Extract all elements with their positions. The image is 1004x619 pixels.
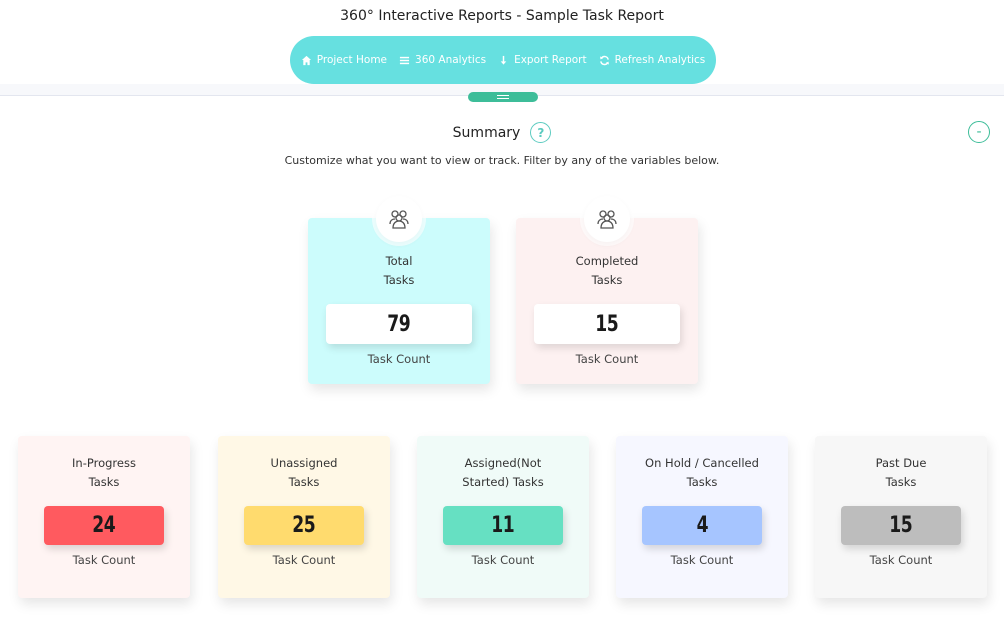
- card-label: Completed Tasks: [516, 252, 698, 290]
- total-tasks-card[interactable]: Total Tasks 79 Task Count: [308, 196, 490, 384]
- card-label-line: In-Progress: [72, 456, 136, 470]
- nav-project-home[interactable]: Project Home: [301, 54, 387, 66]
- handle-grip-icon: [497, 95, 509, 99]
- card-label-line: Tasks: [591, 273, 623, 287]
- nav-refresh-analytics[interactable]: Refresh Analytics: [599, 54, 706, 66]
- assigned-not-started-tasks-card[interactable]: Assigned(Not Started) Tasks 11 Task Coun…: [417, 436, 589, 598]
- card-label-line: Tasks: [686, 475, 718, 489]
- card-label-line: Started) Tasks: [462, 475, 544, 489]
- card-value: 4: [696, 513, 708, 538]
- list-icon: [399, 56, 410, 64]
- card-sublabel: Task Count: [72, 553, 136, 567]
- card-value-box: 4: [642, 506, 762, 545]
- card-label-line: Completed: [575, 254, 639, 268]
- card-label: Past Due Tasks: [815, 454, 987, 492]
- summary-header: Summary ?: [0, 122, 1004, 143]
- card-value: 15: [889, 513, 913, 538]
- card-label-line: Tasks: [885, 475, 917, 489]
- card-label: Assigned(Not Started) Tasks: [417, 454, 589, 492]
- page-title: 360° Interactive Reports - Sample Task R…: [340, 8, 664, 24]
- card-label-line: Total: [385, 254, 413, 268]
- users-group-icon: [584, 196, 630, 242]
- card-sublabel: Task Count: [272, 553, 336, 567]
- card-value: 25: [292, 513, 316, 538]
- card-label: Unassigned Tasks: [218, 454, 390, 492]
- nav-label: Export Report: [514, 54, 587, 66]
- card-sublabel: Task Count: [367, 352, 431, 366]
- nav-label: 360 Analytics: [415, 54, 487, 66]
- card-value-box: 15: [841, 506, 961, 545]
- card-sublabel: Task Count: [575, 352, 639, 366]
- card-label-line: On Hold / Cancelled: [645, 456, 759, 470]
- card-label: On Hold / Cancelled Tasks: [616, 454, 788, 492]
- card-label-line: Unassigned: [270, 456, 338, 470]
- in-progress-tasks-card[interactable]: In-Progress Tasks 24 Task Count: [18, 436, 190, 598]
- users-group-icon: [376, 196, 422, 242]
- card-label-line: Assigned(Not: [464, 456, 542, 470]
- home-icon: [301, 55, 311, 65]
- on-hold-cancelled-tasks-card[interactable]: On Hold / Cancelled Tasks 4 Task Count: [616, 436, 788, 598]
- nav-label: Project Home: [316, 54, 388, 66]
- card-label-line: Tasks: [88, 475, 120, 489]
- past-due-tasks-card[interactable]: Past Due Tasks 15 Task Count: [815, 436, 987, 598]
- nav-360-analytics[interactable]: 360 Analytics: [399, 54, 486, 66]
- card-label-line: Tasks: [383, 273, 415, 287]
- card-value: 24: [92, 513, 116, 538]
- refresh-icon: [599, 55, 609, 65]
- nav-bar: Project Home 360 Analytics Export Report…: [290, 36, 716, 84]
- card-label: Total Tasks: [308, 252, 490, 290]
- card-label-line: Tasks: [288, 475, 320, 489]
- nav-label: Refresh Analytics: [614, 54, 706, 66]
- card-label: In-Progress Tasks: [18, 454, 190, 492]
- card-label-line: Past Due: [875, 456, 927, 470]
- card-value: 15: [595, 311, 619, 337]
- card-value: 79: [387, 311, 411, 337]
- summary-subtitle: Customize what you want to view or track…: [284, 154, 720, 167]
- nav-export-report[interactable]: Export Report: [498, 54, 587, 66]
- card-value: 11: [491, 513, 515, 538]
- card-value-box: 25: [244, 506, 364, 545]
- card-value-box: 15: [534, 304, 680, 344]
- help-icon[interactable]: ?: [530, 122, 552, 143]
- card-value-box: 24: [44, 506, 164, 545]
- completed-tasks-card[interactable]: Completed Tasks 15 Task Count: [516, 196, 698, 384]
- download-arrow-icon: [500, 55, 507, 65]
- summary-title: Summary: [452, 124, 521, 141]
- collapse-summary-button[interactable]: -: [968, 121, 990, 143]
- card-sublabel: Task Count: [471, 553, 535, 567]
- card-sublabel: Task Count: [670, 553, 734, 567]
- card-value-box: 79: [326, 304, 472, 344]
- unassigned-tasks-card[interactable]: Unassigned Tasks 25 Task Count: [218, 436, 390, 598]
- card-sublabel: Task Count: [869, 553, 933, 567]
- collapse-handle[interactable]: [468, 92, 538, 102]
- card-value-box: 11: [443, 506, 563, 545]
